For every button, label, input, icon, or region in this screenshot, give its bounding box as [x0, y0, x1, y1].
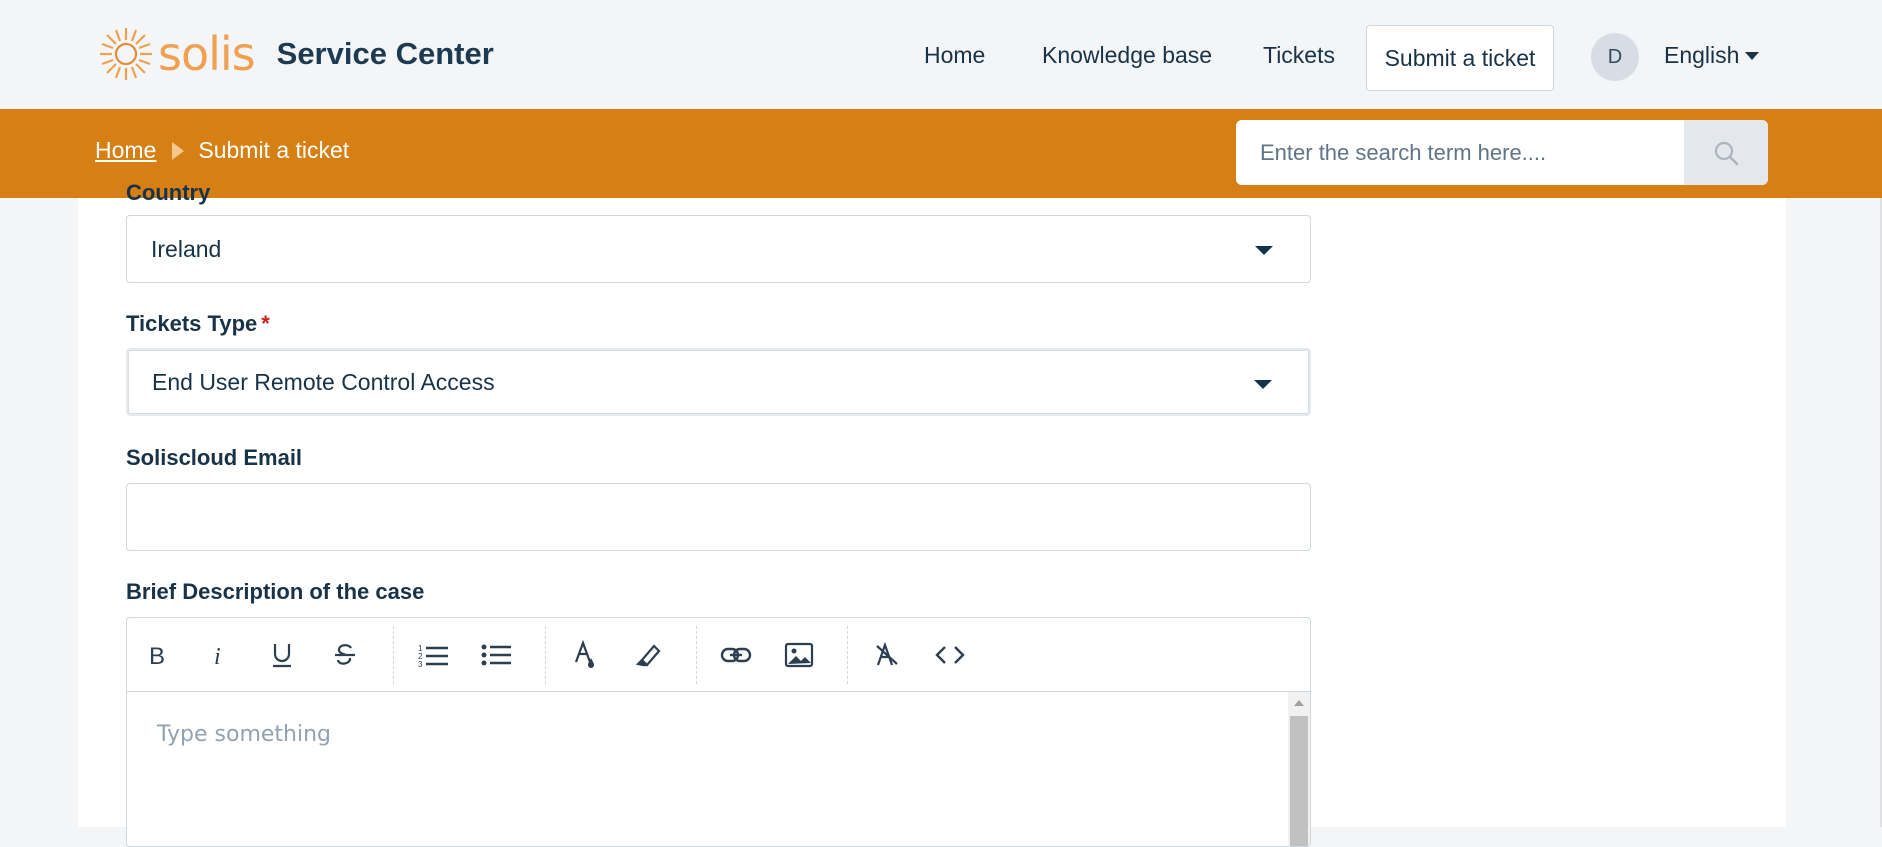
nav-knowledge-base[interactable]: Knowledge base	[1042, 42, 1212, 69]
font-color-icon[interactable]	[565, 635, 605, 675]
soliscloud-email-label: Soliscloud Email	[126, 445, 303, 470]
image-icon[interactable]	[779, 635, 819, 675]
ticket-type-label-text: Tickets Type	[126, 311, 258, 336]
toolbar-divider	[393, 626, 394, 684]
toolbar-divider	[696, 626, 697, 684]
country-label: Country	[126, 180, 211, 205]
search-icon	[1714, 141, 1739, 165]
ticket-type-select[interactable]: End User Remote Control Access	[126, 348, 1311, 416]
breadcrumb-home-link[interactable]: Home	[95, 137, 156, 164]
toolbar-divider	[545, 626, 546, 684]
caret-down-icon	[1745, 51, 1760, 60]
country-value: Ireland	[151, 235, 222, 262]
chevron-down-icon	[1254, 380, 1272, 389]
underline-icon[interactable]	[262, 635, 302, 675]
breadcrumb-separator-icon	[172, 141, 185, 160]
editor-toolbar: B i 123	[127, 618, 1310, 692]
nav-submit-ticket-button[interactable]: Submit a ticket	[1366, 25, 1554, 91]
chevron-down-icon	[1255, 246, 1273, 255]
code-icon[interactable]	[930, 635, 970, 675]
clear-format-icon[interactable]	[867, 635, 907, 675]
language-dropdown[interactable]: English	[1664, 42, 1760, 69]
country-select[interactable]: Ireland	[126, 215, 1311, 283]
toolbar-divider	[847, 626, 848, 684]
description-editor-input[interactable]: Type something	[127, 692, 1288, 846]
avatar[interactable]: D	[1591, 33, 1639, 81]
svg-text:3: 3	[418, 660, 423, 667]
search-button[interactable]	[1684, 120, 1768, 185]
ticket-form-card: Country Ireland Tickets Type * End User R…	[78, 180, 1786, 847]
svg-text:B: B	[149, 643, 165, 667]
link-icon[interactable]	[716, 635, 756, 675]
bold-icon[interactable]: B	[137, 635, 177, 675]
breadcrumb: Home Submit a ticket	[95, 137, 349, 164]
search-box	[1236, 120, 1768, 185]
ticket-type-label: Tickets Type *	[126, 311, 270, 337]
soliscloud-email-field[interactable]	[126, 483, 1311, 551]
breadcrumb-current: Submit a ticket	[198, 137, 350, 163]
editor-placeholder: Type something	[157, 722, 332, 747]
svg-text:i: i	[214, 644, 221, 667]
required-mark: *	[261, 311, 270, 336]
ticket-type-value: End User Remote Control Access	[152, 368, 495, 395]
highlight-icon[interactable]	[628, 635, 668, 675]
ordered-list-icon[interactable]: 123	[413, 635, 453, 675]
description-label: Brief Description of the case	[126, 579, 425, 604]
italic-icon[interactable]: i	[199, 635, 239, 675]
bullet-list-icon[interactable]	[476, 635, 516, 675]
scroll-up-arrow-icon[interactable]	[1294, 700, 1304, 706]
strikethrough-icon[interactable]	[325, 635, 365, 675]
main-nav: Home Knowledge base Tickets Submit a tic…	[0, 0, 1882, 109]
nav-tickets[interactable]: Tickets	[1263, 42, 1335, 69]
description-editor: B i 123 Type something	[126, 617, 1311, 847]
nav-submit-ticket-label: Submit a ticket	[1384, 44, 1536, 71]
top-header: solis Service Center Home Knowledge base…	[0, 0, 1882, 109]
search-input[interactable]	[1236, 120, 1684, 185]
language-label: English	[1664, 42, 1740, 68]
avatar-initial: D	[1607, 45, 1623, 68]
editor-scrollbar[interactable]	[1288, 692, 1310, 846]
breadcrumb-bar: Home Submit a ticket	[0, 109, 1882, 198]
nav-home[interactable]: Home	[924, 42, 985, 69]
